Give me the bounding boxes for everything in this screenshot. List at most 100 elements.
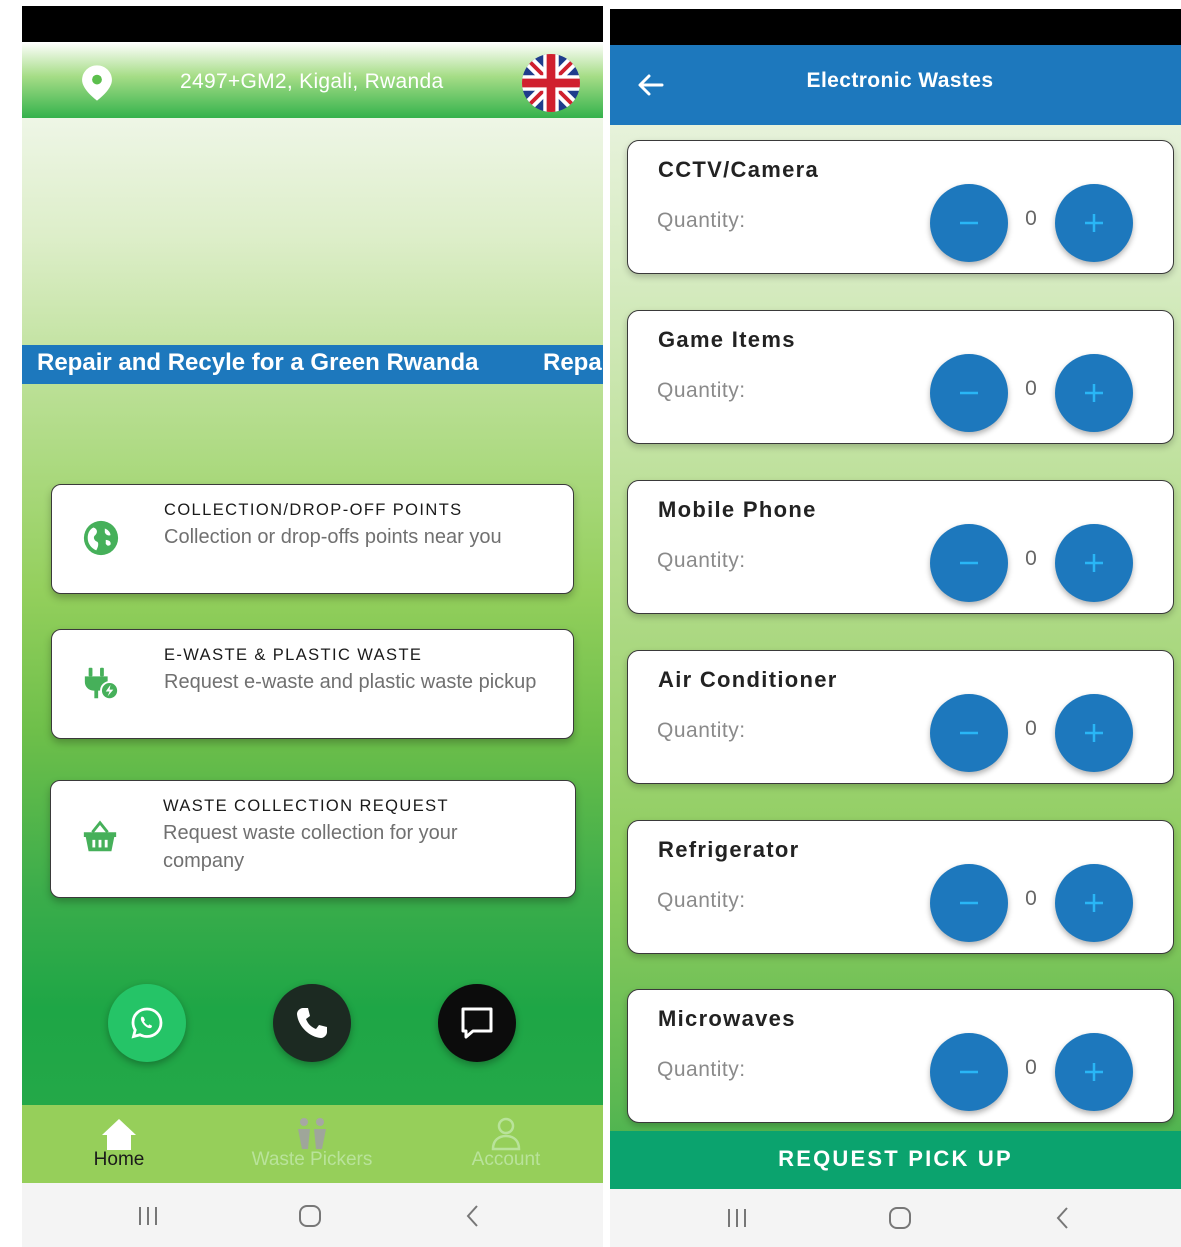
decrease-button[interactable] <box>930 184 1008 262</box>
waste-item-card: Microwaves Quantity: 0 <box>627 989 1174 1123</box>
nav-label: Waste Pickers <box>251 1149 373 1170</box>
increase-button[interactable] <box>1055 1033 1133 1111</box>
electronic-wastes-screen: Electronic Wastes CCTV/Camera Quantity: … <box>610 9 1181 1247</box>
quantity-value: 0 <box>1025 547 1037 570</box>
quantity-label: Quantity: <box>657 1058 746 1081</box>
item-name: Mobile Phone <box>658 497 817 522</box>
status-bar <box>22 6 603 42</box>
plug-icon <box>84 667 120 701</box>
e-waste-card[interactable]: E-WASTE & PLASTIC WASTE Request e-waste … <box>51 629 574 739</box>
system-navigation-bar <box>22 1183 603 1247</box>
card-title: E-WASTE & PLASTIC WASTE <box>164 646 423 664</box>
decrease-button[interactable] <box>930 354 1008 432</box>
app-bar: Electronic Wastes <box>610 45 1181 125</box>
card-subtitle: Collection or drop-offs points near you <box>164 526 502 548</box>
item-name: Refrigerator <box>658 837 800 862</box>
minus-icon <box>960 561 978 565</box>
collection-points-card[interactable]: COLLECTION/DROP-OFF POINTS Collection or… <box>51 484 574 594</box>
home-screen: 2497+GM2, Kigali, Rwanda Repair and Recy… <box>22 6 603 1247</box>
quantity-value: 0 <box>1025 1056 1037 1079</box>
home-icon <box>102 1119 136 1150</box>
hero-background <box>22 118 603 1108</box>
increase-button[interactable] <box>1055 694 1133 772</box>
minus-icon <box>960 901 978 905</box>
nav-waste-pickers[interactable]: Waste Pickers <box>242 1105 382 1183</box>
increase-button[interactable] <box>1055 864 1133 942</box>
minus-icon <box>960 391 978 395</box>
uk-flag-icon[interactable] <box>522 54 580 112</box>
nav-label: Account <box>471 1149 541 1170</box>
plus-icon <box>1085 214 1103 232</box>
card-subtitle: Request e-waste and plastic waste pickup <box>164 671 537 693</box>
nav-home[interactable]: Home <box>49 1105 189 1183</box>
increase-button[interactable] <box>1055 184 1133 262</box>
item-name: Microwaves <box>658 1006 796 1031</box>
minus-icon <box>960 221 978 225</box>
item-name: CCTV/Camera <box>658 157 820 182</box>
card-title: COLLECTION/DROP-OFF POINTS <box>164 501 463 519</box>
globe-icon <box>83 520 119 556</box>
nav-label: Home <box>93 1149 145 1170</box>
minus-icon <box>960 731 978 735</box>
location-pin-icon[interactable] <box>80 64 114 102</box>
account-icon <box>491 1117 521 1151</box>
quantity-value: 0 <box>1025 377 1037 400</box>
chat-icon <box>461 1007 493 1039</box>
item-name: Air Conditioner <box>658 667 838 692</box>
decrease-button[interactable] <box>930 524 1008 602</box>
status-bar <box>610 9 1181 45</box>
nav-account[interactable]: Account <box>436 1105 576 1183</box>
quantity-label: Quantity: <box>657 549 746 572</box>
home-button-icon[interactable] <box>295 1201 325 1231</box>
plus-icon <box>1085 894 1103 912</box>
plus-icon <box>1085 1063 1103 1081</box>
waste-item-card: Refrigerator Quantity: 0 <box>627 820 1174 954</box>
plus-icon <box>1085 384 1103 402</box>
location-bar: 2497+GM2, Kigali, Rwanda <box>22 42 603 118</box>
slogan-text: Repair and Recyle for a Green Rwanda <box>37 349 479 376</box>
whatsapp-icon <box>131 1007 163 1039</box>
minus-icon <box>960 1070 978 1074</box>
decrease-button[interactable] <box>930 864 1008 942</box>
card-subtitle: Request waste collection for your compan… <box>163 822 458 872</box>
whatsapp-button[interactable] <box>108 984 186 1062</box>
call-button[interactable] <box>273 984 351 1062</box>
decrease-button[interactable] <box>930 1033 1008 1111</box>
quantity-label: Quantity: <box>657 889 746 912</box>
bottom-navigation: Home Waste Pickers Account <box>22 1105 603 1183</box>
request-pickup-button[interactable]: REQUEST PICK UP <box>610 1131 1181 1189</box>
waste-item-card: Air Conditioner Quantity: 0 <box>627 650 1174 784</box>
waste-collection-card[interactable]: WASTE COLLECTION REQUEST Request waste c… <box>50 780 576 898</box>
system-navigation-bar <box>610 1189 1181 1247</box>
quantity-label: Quantity: <box>657 209 746 232</box>
quantity-value: 0 <box>1025 887 1037 910</box>
back-button-icon[interactable] <box>458 1201 488 1231</box>
increase-button[interactable] <box>1055 524 1133 602</box>
home-button-icon[interactable] <box>885 1203 915 1233</box>
waste-item-card: Game Items Quantity: 0 <box>627 310 1174 444</box>
page-title: Electronic Wastes <box>806 69 994 92</box>
slogan-marquee: Repair and Recyle for a Green Rwanda Rep… <box>22 345 603 384</box>
quantity-value: 0 <box>1025 207 1037 230</box>
request-pickup-label: REQUEST PICK UP <box>778 1146 1013 1171</box>
quantity-value: 0 <box>1025 717 1037 740</box>
location-text[interactable]: 2497+GM2, Kigali, Rwanda <box>180 70 443 94</box>
plus-icon <box>1085 554 1103 572</box>
chat-button[interactable] <box>438 984 516 1062</box>
waste-item-card: Mobile Phone Quantity: 0 <box>627 480 1174 614</box>
quantity-label: Quantity: <box>657 719 746 742</box>
plus-icon <box>1085 724 1103 742</box>
decrease-button[interactable] <box>930 694 1008 772</box>
item-name: Game Items <box>658 327 796 352</box>
waste-pickers-icon <box>298 1118 326 1149</box>
recent-apps-icon[interactable] <box>722 1203 752 1233</box>
card-title: WASTE COLLECTION REQUEST <box>163 797 450 815</box>
waste-item-card: CCTV/Camera Quantity: 0 <box>627 140 1174 274</box>
phone-icon <box>297 1008 327 1038</box>
back-button-icon[interactable] <box>1048 1203 1078 1233</box>
slogan-text-repeat: Repa <box>543 349 602 376</box>
increase-button[interactable] <box>1055 354 1133 432</box>
recent-apps-icon[interactable] <box>133 1201 163 1231</box>
quantity-label: Quantity: <box>657 379 746 402</box>
basket-icon <box>83 820 117 852</box>
